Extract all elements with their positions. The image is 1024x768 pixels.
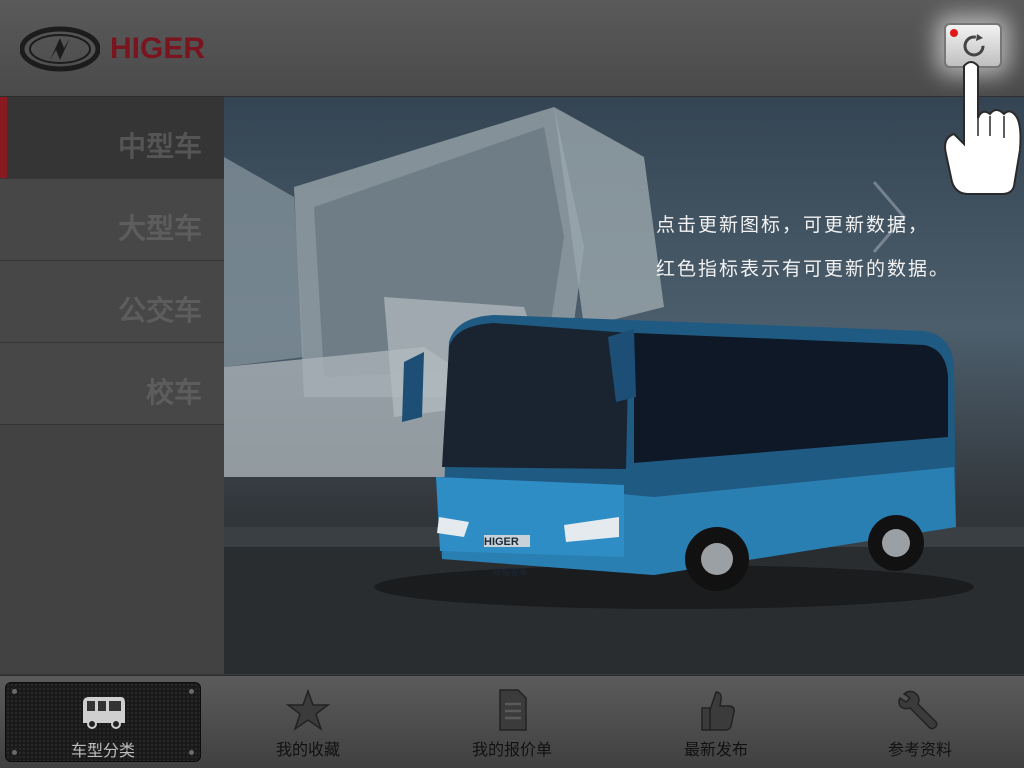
tab-label: 参考资料 xyxy=(887,740,952,759)
tab-my-favorites[interactable]: 我的收藏 xyxy=(210,682,406,762)
bottom-tab-bar: 车型分类 我的收藏 我的报价单 最新发布 参考资料 xyxy=(0,675,1024,768)
brand-logo: HIGER xyxy=(20,24,205,74)
bus-icon xyxy=(83,697,125,729)
screw-decoration xyxy=(12,689,17,694)
sidebar-item-label: 公交车 xyxy=(117,294,202,327)
tab-my-quotes[interactable]: 我的报价单 xyxy=(414,682,610,762)
refresh-icon xyxy=(963,34,985,57)
tab-label: 我的收藏 xyxy=(275,740,340,759)
app-root: HIGER 中型车 大型车 公交车 校车 HIGER 海格客车 点击更新图标，可… xyxy=(0,0,1024,768)
document-icon xyxy=(499,689,527,731)
tab-reference-materials[interactable]: 参考资料 xyxy=(822,682,1018,762)
pointing-hand-icon xyxy=(944,61,1022,195)
tab-latest-releases[interactable]: 最新发布 xyxy=(618,682,814,762)
hero-image: HIGER 海格客车 xyxy=(224,97,1024,674)
tab-vehicle-categories[interactable]: 车型分类 xyxy=(5,682,201,762)
hint-line-2: 红色指标表示有可更新的数据。 xyxy=(656,258,951,280)
bus-plate-text: 海格客车 xyxy=(492,566,528,578)
sidebar-item-label: 校车 xyxy=(145,376,202,409)
header-bar: HIGER xyxy=(0,0,1024,97)
thumbs-up-icon xyxy=(701,691,735,731)
update-hint-text: 点击更新图标，可更新数据， 红色指标表示有可更新的数据。 xyxy=(656,203,1016,291)
category-sidebar: 中型车 大型车 公交车 校车 xyxy=(0,97,224,674)
sidebar-item-school-bus[interactable]: 校车 xyxy=(0,343,224,425)
hero-illustration: HIGER 海格客车 xyxy=(224,107,1024,674)
bus-front-text: HIGER xyxy=(484,536,519,548)
screw-decoration xyxy=(189,689,194,694)
sidebar-item-label: 大型车 xyxy=(117,212,202,245)
tab-label: 车型分类 xyxy=(70,741,135,760)
tab-label: 我的报价单 xyxy=(471,740,552,759)
tab-label: 最新发布 xyxy=(683,740,748,759)
wrench-icon xyxy=(898,690,938,730)
sidebar-item-medium-bus[interactable]: 中型车 xyxy=(0,97,224,179)
brand-name: HIGER xyxy=(110,32,206,65)
sidebar-item-city-bus[interactable]: 公交车 xyxy=(0,261,224,343)
star-icon xyxy=(285,688,331,731)
higer-emblem-icon xyxy=(20,26,100,72)
sidebar-item-large-bus[interactable]: 大型车 xyxy=(0,179,224,261)
sidebar-empty-area xyxy=(0,425,224,673)
hint-line-1: 点击更新图标，可更新数据， xyxy=(656,214,930,236)
update-indicator-dot xyxy=(950,29,958,37)
sidebar-item-label: 中型车 xyxy=(117,130,202,163)
